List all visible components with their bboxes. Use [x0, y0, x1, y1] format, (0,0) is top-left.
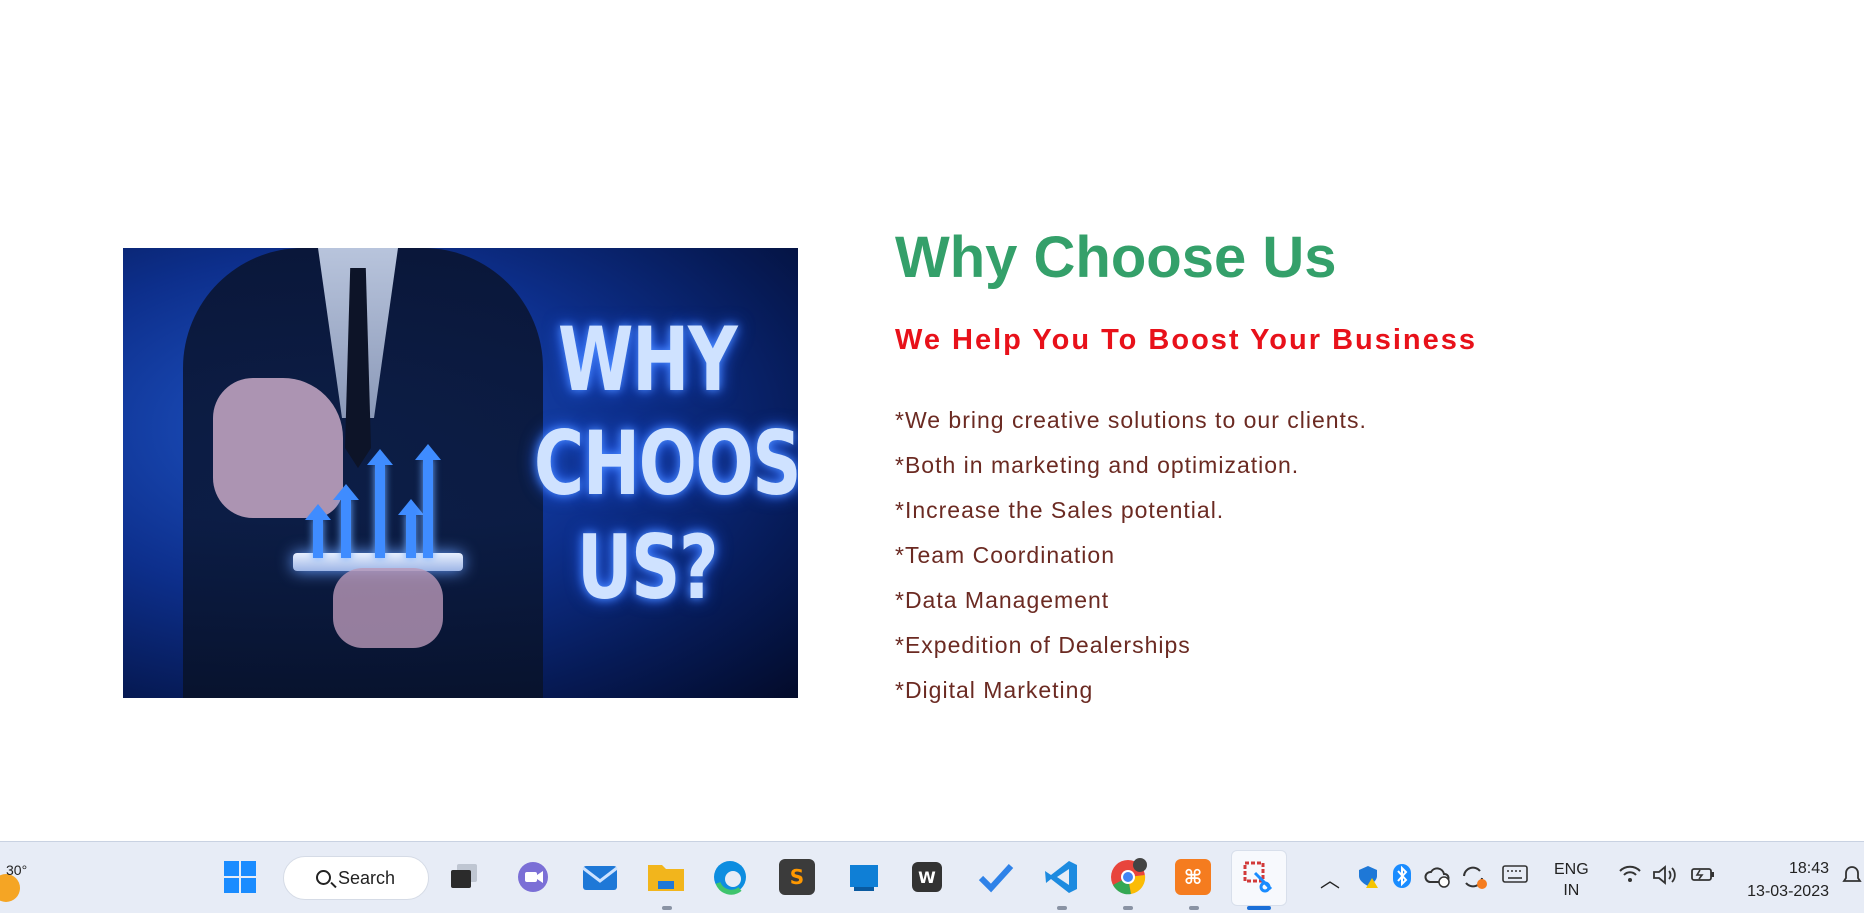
- security-shield-icon[interactable]: [1356, 864, 1380, 894]
- word-w-icon[interactable]: W: [912, 856, 942, 898]
- language-region: IN: [1563, 882, 1580, 899]
- feature-item: *Data Management: [895, 587, 1110, 613]
- holding-hand: [333, 568, 443, 648]
- volume-icon[interactable]: [1652, 864, 1678, 892]
- feature-item: *Digital Marketing: [895, 677, 1094, 703]
- running-indicator: [1189, 906, 1199, 910]
- edge-icon[interactable]: [712, 856, 748, 898]
- file-explorer-icon[interactable]: [646, 856, 686, 898]
- sun-icon: [0, 874, 20, 902]
- feature-list: *We bring creative solutions to our clie…: [895, 405, 1367, 720]
- growth-arrow: [333, 484, 359, 558]
- image-caption-text: WHY CHOOSE US?: [533, 308, 798, 619]
- feature-item: *Increase the Sales potential.: [895, 497, 1225, 523]
- keyboard-icon[interactable]: [1502, 864, 1528, 890]
- task-view-icon[interactable]: [447, 856, 481, 898]
- feature-item: *We bring creative solutions to our clie…: [895, 407, 1367, 433]
- windows-start-icon[interactable]: [222, 856, 258, 898]
- section-subheading: We Help You To Boost Your Business: [895, 324, 1478, 356]
- why-choose-us-image: WHY CHOOSE US?: [123, 248, 798, 698]
- bluetooth-icon[interactable]: [1392, 864, 1412, 894]
- store-icon[interactable]: [846, 856, 882, 898]
- xampp-icon[interactable]: ⌘: [1175, 856, 1211, 898]
- input-language-indicator[interactable]: ENG IN: [1554, 859, 1589, 901]
- running-indicator: [1123, 906, 1133, 910]
- page: WHY CHOOSE US? Why Choose Us We Help You…: [0, 0, 1864, 913]
- xampp-glyph: ⌘: [1175, 859, 1211, 895]
- pointing-hand: [213, 378, 343, 518]
- system-clock[interactable]: 18:43 13-03-2023: [1737, 857, 1829, 903]
- growth-arrow: [415, 444, 441, 558]
- mail-icon[interactable]: [581, 856, 619, 898]
- section-heading: Why Choose Us: [895, 225, 1337, 290]
- running-indicator: [662, 906, 672, 910]
- clock-date: 13-03-2023: [1747, 883, 1829, 900]
- growth-arrow: [305, 504, 331, 558]
- wifi-icon[interactable]: [1618, 864, 1642, 890]
- active-running-indicator: [1247, 906, 1271, 910]
- sublime-glyph: S: [779, 859, 815, 895]
- todo-icon[interactable]: [977, 856, 1015, 898]
- clock-time: 18:43: [1788, 860, 1829, 877]
- running-indicator: [1057, 906, 1067, 910]
- search-icon: [316, 870, 331, 885]
- weather-widget[interactable]: 30°: [0, 852, 40, 902]
- vscode-icon[interactable]: [1043, 856, 1079, 898]
- teams-chat-icon[interactable]: [515, 856, 551, 898]
- weather-temperature: 30°: [6, 862, 28, 878]
- snipping-tool-icon[interactable]: [1241, 856, 1277, 898]
- taskbar: 30° Search S W ⌘ ︿ ENG IN 18:43 13-03-20…: [0, 841, 1864, 913]
- search-label: Search: [338, 867, 396, 888]
- battery-icon[interactable]: [1690, 864, 1716, 890]
- notification-icon[interactable]: [1840, 864, 1864, 894]
- feature-item: *Expedition of Dealerships: [895, 632, 1191, 658]
- onedrive-cloud-icon[interactable]: [1424, 864, 1452, 894]
- w-glyph: W: [912, 862, 942, 892]
- sync-icon[interactable]: [1460, 864, 1488, 896]
- search-box[interactable]: Search: [283, 856, 429, 900]
- feature-item: *Both in marketing and optimization.: [895, 452, 1300, 478]
- language-code: ENG: [1554, 861, 1589, 878]
- show-hidden-icons-chevron-icon[interactable]: ︿: [1320, 864, 1340, 893]
- sublime-text-icon[interactable]: S: [779, 856, 815, 898]
- feature-item: *Team Coordination: [895, 542, 1116, 568]
- growth-arrow: [367, 449, 393, 558]
- growth-arrow: [398, 499, 424, 558]
- chrome-icon[interactable]: [1109, 856, 1147, 898]
